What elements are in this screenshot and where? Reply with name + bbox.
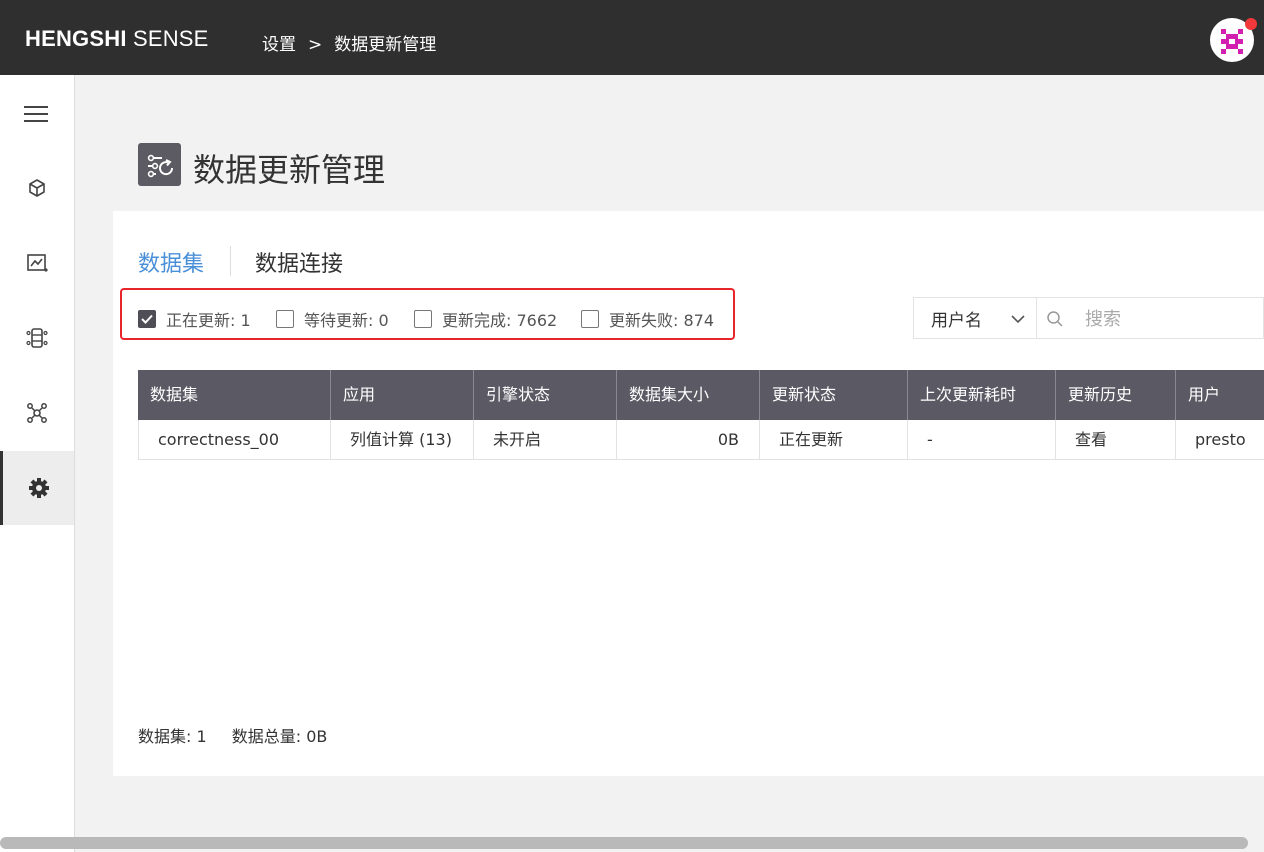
cell-dataset-size: 0B [617,420,760,459]
cell-last-duration: - [908,420,1056,459]
data-refresh-icon [147,154,174,178]
header-update-history[interactable]: 更新历史 [1056,370,1176,420]
breadcrumb-parent[interactable]: 设置 [262,30,296,55]
cube-icon [29,179,45,197]
brand-bold: HENGSHI [25,26,127,51]
sidebar-item-datasets[interactable] [0,301,74,375]
checkbox-waiting[interactable] [276,310,294,328]
page-title: 数据更新管理 [193,151,386,189]
filter-completed-label: 更新完成: 7662 [442,311,558,330]
menu-icon [24,106,48,122]
tab-divider [230,246,231,276]
checkbox-updating[interactable] [138,310,156,328]
header-engine-status[interactable]: 引擎状态 [474,370,617,420]
filter-completed[interactable]: 更新完成: 7662 [414,309,558,330]
filter-failed[interactable]: 更新失败: 874 [581,309,715,330]
search-field-select[interactable]: 用户名 [913,297,1037,339]
table-row[interactable]: correctness_00 列值计算 (13) 未开启 0B 正在更新 - 查… [138,420,1264,460]
cell-history-link[interactable]: 查看 [1056,420,1176,459]
cell-update-status: 正在更新 [760,420,908,459]
sidebar-item-charts[interactable] [0,226,74,300]
top-bar: HENGSHI SENSE 设置 > 数据更新管理 [0,0,1264,75]
gear-icon [28,478,49,498]
breadcrumb-separator: > [308,35,323,55]
dataset-count: 数据集: 1 [138,727,207,746]
total-size: 数据总量: 0B [231,727,328,746]
notification-dot [1245,18,1257,30]
checkbox-failed[interactable] [581,310,599,328]
filter-waiting-label: 等待更新: 0 [304,311,389,330]
header-last-duration[interactable]: 上次更新耗时 [908,370,1056,420]
search-input[interactable] [1083,306,1257,332]
search-box [1037,297,1264,339]
search-icon [1047,311,1063,327]
page-title-icon [138,143,181,186]
cell-engine-status: 未开启 [474,420,617,459]
cell-dataset[interactable]: correctness_00 [139,420,331,459]
search-icon-wrap [1046,310,1064,332]
table-header: 数据集 应用 引擎状态 数据集大小 更新状态 上次更新耗时 更新历史 用户 [138,370,1264,420]
cell-user: presto [1195,430,1246,449]
brand-logo[interactable]: HENGSHI SENSE [25,26,209,52]
sidebar-item-connections[interactable] [0,376,74,450]
avatar[interactable] [1210,18,1257,62]
sidebar [0,75,75,852]
chevron-down-icon [1011,315,1025,324]
header-app[interactable]: 应用 [331,370,474,420]
filter-failed-label: 更新失败: 874 [609,311,715,330]
sidebar-menu-toggle[interactable] [0,77,74,151]
header-user[interactable]: 用户 [1176,370,1264,420]
network-icon [27,403,47,423]
sidebar-item-apps[interactable] [0,151,74,225]
cell-app: 列值计算 (13) [331,420,474,459]
footer-stats: 数据集: 1 数据总量: 0B [138,723,347,747]
chart-icon [27,254,48,272]
check-icon [141,314,153,324]
breadcrumb-current: 数据更新管理 [334,35,437,55]
tab-connections[interactable]: 数据连接 [255,246,343,278]
header-dataset[interactable]: 数据集 [138,370,331,420]
breadcrumb: 设置 > 数据更新管理 [262,30,436,55]
filter-updating-label: 正在更新: 1 [166,311,251,330]
tab-datasets[interactable]: 数据集 [138,246,204,278]
filter-updating[interactable]: 正在更新: 1 [138,309,251,330]
brand-thin: SENSE [132,26,209,51]
search-field-select-value: 用户名 [931,310,982,331]
checkbox-completed[interactable] [414,310,432,328]
horizontal-scrollbar[interactable] [0,837,1248,849]
dataset-icon [26,328,48,348]
sidebar-item-settings[interactable] [0,451,74,525]
header-dataset-size[interactable]: 数据集大小 [617,370,760,420]
header-update-status[interactable]: 更新状态 [760,370,908,420]
filter-waiting[interactable]: 等待更新: 0 [276,309,389,330]
